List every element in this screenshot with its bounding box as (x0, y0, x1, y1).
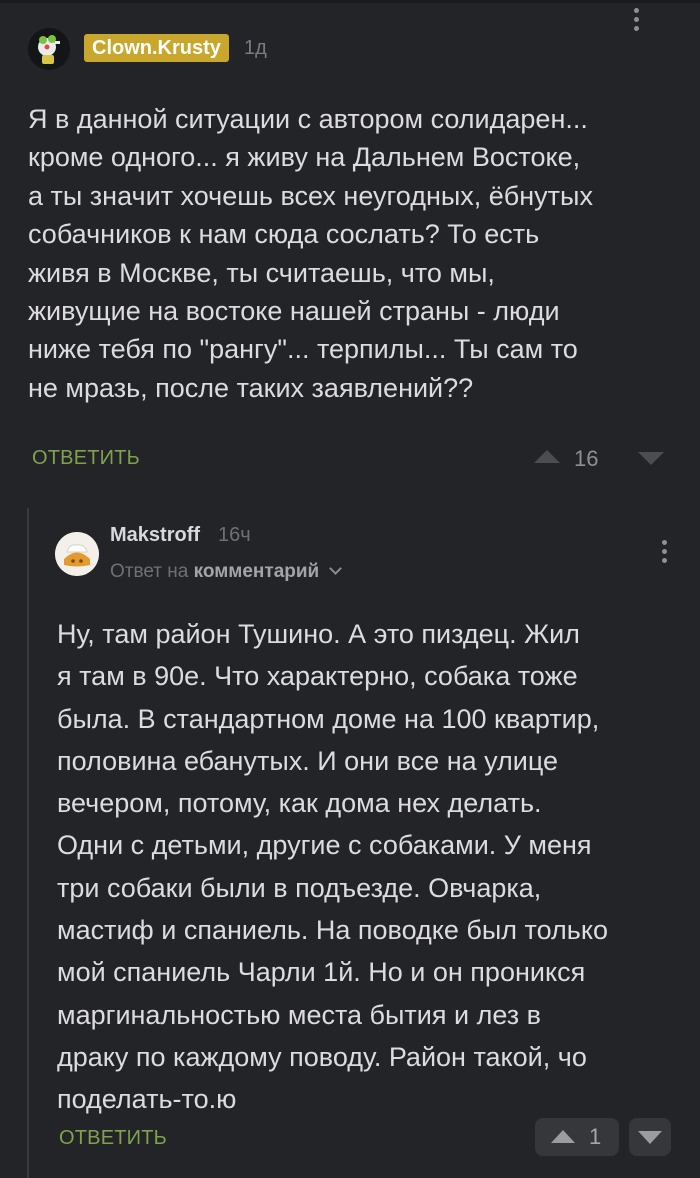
text-line: Одни с детьми, другие с собаками. У меня (57, 830, 592, 861)
vertical-dots-icon[interactable] (662, 540, 668, 567)
triangle-down-icon (638, 1131, 662, 1144)
text-line: Я в данной ситуации с автором солидарен.… (28, 104, 588, 134)
rating-controls: 1 (535, 1118, 671, 1156)
text-line: Ну, там район Тушино. А это пиздец. Жил (57, 619, 580, 649)
text-line: кроме одного... я живу на Дальнем Восток… (28, 142, 581, 173)
text-line: маргинальностью места бытия и лез в (57, 999, 541, 1030)
triangle-down-icon[interactable] (638, 452, 664, 465)
upvote-button[interactable]: 1 (535, 1118, 619, 1156)
text-line: драку по каждому поводу. Район такой, чо (57, 1041, 587, 1072)
text-line: поделать-то.ю (57, 1084, 237, 1115)
comment-text: Ну, там район Тушино. А это пиздец. Жил … (57, 613, 687, 1121)
rating-count: 1 (589, 1124, 602, 1149)
text-line: а ты значит хочешь всех неугодных, ёбнут… (28, 180, 593, 211)
text-line: половина ебанутых. И они все на улице (57, 745, 559, 776)
reply-button[interactable]: ОТВЕТИТЬ (59, 1127, 167, 1150)
thread-line[interactable] (27, 508, 29, 1178)
author-name[interactable]: Makstroff (110, 524, 200, 547)
text-line: мастиф и спаниель. На поводке был только (57, 915, 608, 946)
vertical-dots-icon[interactable] (634, 8, 640, 35)
reply-to-prefix: Ответ на (110, 561, 189, 582)
downvote-button[interactable] (629, 1118, 671, 1156)
comment-time: 16ч (218, 524, 251, 546)
chevron-down-icon[interactable] (328, 562, 342, 575)
rating-count: 16 (574, 446, 599, 471)
reply-button[interactable]: ОТВЕТИТЬ (32, 447, 140, 470)
text-line: я там в 90е. Что характерно, собака тоже (57, 661, 578, 692)
text-line: мой спаниель Чарли 1й. Но и он проникся (57, 957, 586, 988)
text-line: не мразь, после таких заявлений?? (28, 372, 474, 403)
reply-to-link[interactable]: Ответ на комментарий (110, 561, 342, 583)
comment-text: Я в данной ситуации с автором солидарен.… (28, 100, 678, 407)
text-line: ниже тебя по "рангу"... терпилы... Ты са… (28, 334, 578, 365)
text-line: живя в Москве, ты считаешь, что мы, (28, 257, 495, 288)
rating-controls: 16 (534, 440, 668, 476)
comment-header: Clown.Krusty 1д (28, 28, 688, 70)
avatar[interactable] (28, 28, 70, 70)
author-name[interactable]: Clown.Krusty (84, 34, 229, 62)
triangle-up-icon[interactable] (534, 450, 560, 463)
reply-to-target[interactable]: комментарий (194, 561, 320, 582)
triangle-up-icon (551, 1130, 575, 1143)
text-line: три собаки были в подъезде. Овчарка, (57, 872, 542, 903)
avatar[interactable] (55, 532, 99, 576)
top-edge (0, 0, 700, 3)
comment-time: 1д (244, 37, 267, 59)
text-line: собачников к нам сюда сослать? То есть (28, 219, 540, 250)
text-line: живущие на востоке нашей страны - люди (28, 296, 560, 327)
text-line: была. В стандартном доме на 100 квартир, (57, 703, 600, 734)
text-line: вечером, потому, как дома нех делать. (57, 788, 542, 819)
